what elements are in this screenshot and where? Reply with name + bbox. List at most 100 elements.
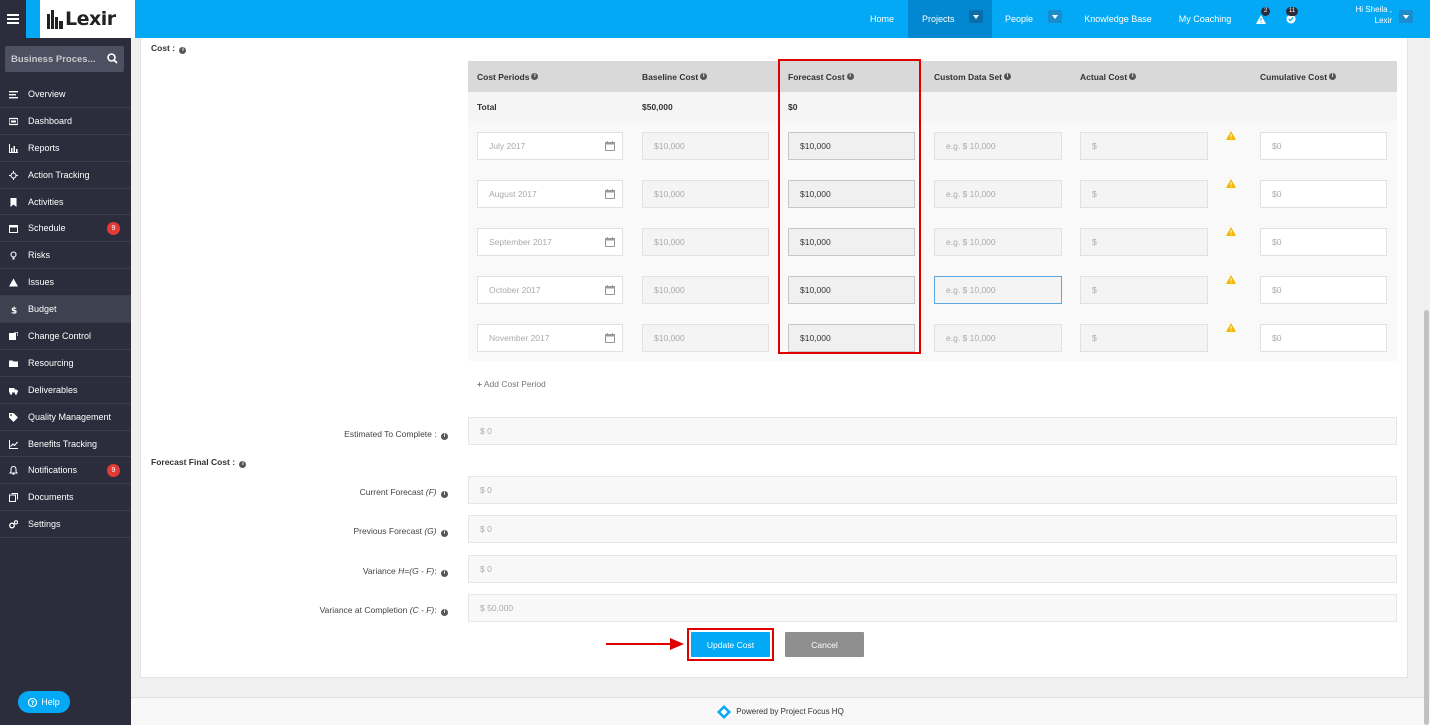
app-logo[interactable]: Lexir xyxy=(40,0,135,38)
custom-data-set-input-focused[interactable]: e.g. $ 10,000 xyxy=(934,276,1062,304)
cumulative-cost-field: $0 xyxy=(1260,276,1387,304)
sidebar-item-action-tracking[interactable]: Action Tracking xyxy=(0,162,131,189)
cost-total-row: Total $50,000 $0 xyxy=(468,92,1397,121)
menu-toggle-button[interactable] xyxy=(0,0,26,38)
info-icon[interactable]: i xyxy=(179,47,187,54)
sidebar-item-documents[interactable]: Documents xyxy=(0,484,131,512)
crosshair-icon xyxy=(9,170,18,180)
sidebar-item-activities[interactable]: Activities xyxy=(0,189,131,216)
info-icon[interactable]: i xyxy=(239,461,247,468)
previous-forecast-label: Previous Forecast (G) i xyxy=(353,526,448,537)
col-baseline-cost: Baseline Cost i xyxy=(642,61,708,92)
dollar-icon: $ xyxy=(11,307,17,315)
period-picker[interactable]: July 2017 xyxy=(477,132,623,160)
forecast-cost-input[interactable]: $10,000 xyxy=(788,276,915,304)
previous-forecast-field[interactable]: $ 0 xyxy=(468,515,1397,543)
user-org: Lexir xyxy=(1374,16,1392,25)
custom-data-set-input[interactable]: e.g. $ 10,000 xyxy=(934,132,1062,160)
custom-data-set-input[interactable]: e.g. $ 10,000 xyxy=(934,228,1062,256)
sidebar-item-quality-management[interactable]: Quality Management xyxy=(0,404,131,431)
alerts-button[interactable]: 2 xyxy=(1250,0,1272,38)
forecast-cost-input[interactable]: $10,000 xyxy=(788,228,915,256)
cumulative-cost-field: $0 xyxy=(1260,132,1387,160)
variance-field[interactable]: $ 0 xyxy=(468,555,1397,583)
sidebar-item-dashboard[interactable]: Dashboard xyxy=(0,108,131,135)
caret-down-icon xyxy=(1052,14,1058,19)
sidebar-item-overview[interactable]: Overview xyxy=(0,81,131,108)
add-cost-period-label: Add Cost Period xyxy=(483,379,546,389)
sidebar-item-benefits-tracking[interactable]: Benefits Tracking xyxy=(0,431,131,458)
list-icon xyxy=(9,91,18,99)
info-icon[interactable]: i xyxy=(1129,73,1137,80)
period-picker[interactable]: November 2017 xyxy=(477,324,623,352)
info-icon[interactable]: i xyxy=(846,73,854,80)
projects-dropdown-button[interactable] xyxy=(969,10,983,23)
sidebar-item-settings[interactable]: Settings xyxy=(0,511,131,539)
forecast-cost-input[interactable]: $10,000 xyxy=(788,132,915,160)
people-dropdown-button[interactable] xyxy=(1048,10,1062,23)
update-cost-button[interactable]: Update Cost xyxy=(691,632,770,657)
actual-cost-input[interactable]: $ xyxy=(1080,228,1208,256)
actual-cost-input[interactable]: $ xyxy=(1080,324,1208,352)
project-search[interactable]: Business Proces... xyxy=(5,46,124,72)
add-cost-period-link[interactable]: + Add Cost Period xyxy=(477,379,546,389)
user-dropdown-button[interactable] xyxy=(1399,10,1413,23)
nav-my-coaching[interactable]: My Coaching xyxy=(1170,0,1240,38)
sidebar-item-risks[interactable]: Risks xyxy=(0,242,131,270)
actual-cost-input[interactable]: $ xyxy=(1080,180,1208,208)
info-icon[interactable]: i xyxy=(441,530,448,537)
calendar-icon xyxy=(9,225,18,234)
period-picker[interactable]: September 2017 xyxy=(477,228,623,256)
info-icon[interactable]: i xyxy=(700,73,708,80)
nav-projects[interactable]: Projects xyxy=(908,0,992,38)
tasks-button[interactable]: 11 xyxy=(1280,0,1302,38)
cancel-button[interactable]: Cancel xyxy=(785,632,864,657)
svg-text:?: ? xyxy=(31,699,35,707)
info-icon[interactable]: i xyxy=(441,491,448,498)
variance-at-completion-field[interactable]: $ 50,000 xyxy=(468,594,1397,622)
sidebar-item-issues[interactable]: Issues xyxy=(0,269,131,297)
sidebar-item-label: Documents xyxy=(28,492,74,503)
nav-my-coaching-label: My Coaching xyxy=(1178,14,1232,24)
total-label: Total xyxy=(477,101,497,112)
info-icon[interactable]: i xyxy=(1329,73,1337,80)
sidebar-item-budget[interactable]: $ Budget xyxy=(0,296,131,324)
warning-icon xyxy=(1226,275,1236,284)
info-icon[interactable]: i xyxy=(441,609,448,616)
period-picker[interactable]: October 2017 xyxy=(477,276,623,304)
info-icon[interactable]: i xyxy=(441,570,448,577)
forecast-cost-input[interactable]: $10,000 xyxy=(788,180,915,208)
sidebar-item-change-control[interactable]: Change Control xyxy=(0,323,131,350)
user-menu[interactable]: Hi Sheila , Lexir xyxy=(1342,4,1392,26)
baseline-cost-field: $10,000 xyxy=(642,132,769,160)
actual-cost-input[interactable]: $ xyxy=(1080,132,1208,160)
nav-people[interactable]: People xyxy=(994,0,1068,38)
period-picker[interactable]: August 2017 xyxy=(477,180,623,208)
actual-cost-input[interactable]: $ xyxy=(1080,276,1208,304)
sidebar-item-reports[interactable]: Reports xyxy=(0,135,131,162)
current-forecast-field[interactable]: $ 0 xyxy=(468,476,1397,504)
folder-icon xyxy=(9,360,18,367)
col-custom-data-set: Custom Data Set i xyxy=(934,61,1012,92)
sidebar-item-label: Action Tracking xyxy=(28,169,90,180)
forecast-cost-input[interactable]: $10,000 xyxy=(788,324,915,352)
info-icon[interactable]: i xyxy=(1004,73,1012,80)
sidebar-item-label: Benefits Tracking xyxy=(28,438,98,449)
sidebar-item-notifications[interactable]: Notifications 9 xyxy=(0,457,131,485)
custom-data-set-input[interactable]: e.g. $ 10,000 xyxy=(934,180,1062,208)
help-button[interactable]: ? Help xyxy=(18,691,70,713)
page-scrollbar[interactable] xyxy=(1424,310,1429,725)
nav-knowledge-base[interactable]: Knowledge Base xyxy=(1076,0,1160,38)
cumulative-cost-field: $0 xyxy=(1260,324,1387,352)
sidebar-item-resourcing[interactable]: Resourcing xyxy=(0,350,131,377)
lightbulb-icon xyxy=(10,251,17,260)
nav-home[interactable]: Home xyxy=(858,0,906,38)
warning-icon xyxy=(1226,131,1236,140)
info-icon[interactable]: i xyxy=(531,73,539,80)
sidebar-item-deliverables[interactable]: Deliverables xyxy=(0,377,131,404)
sidebar-item-schedule[interactable]: Schedule 9 xyxy=(0,215,131,243)
custom-data-set-input[interactable]: e.g. $ 10,000 xyxy=(934,324,1062,352)
estimated-to-complete-field[interactable]: $ 0 xyxy=(468,417,1397,445)
info-icon[interactable]: i xyxy=(441,433,448,440)
search-icon[interactable] xyxy=(107,53,118,64)
